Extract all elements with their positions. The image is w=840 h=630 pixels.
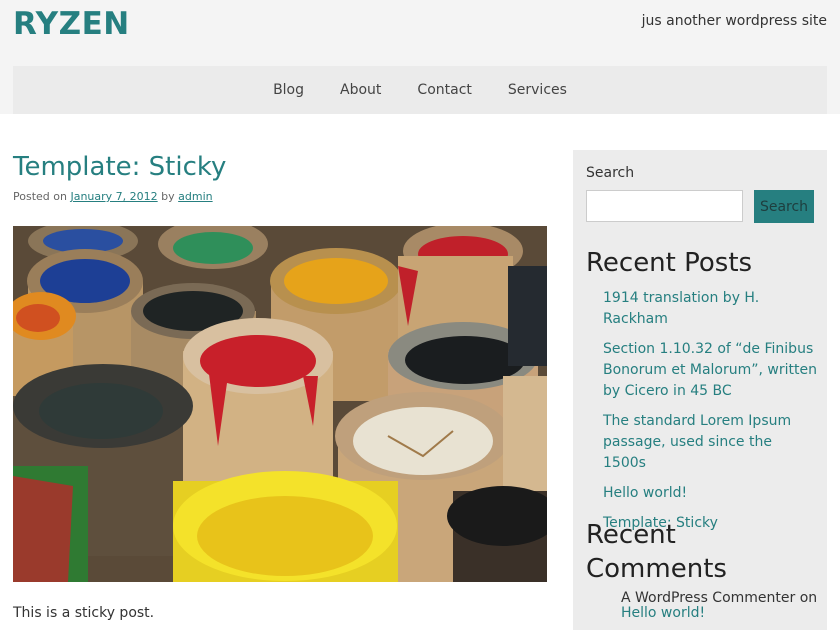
comment-on: on (799, 590, 818, 606)
primary-nav: Blog About Contact Services (13, 66, 827, 114)
recent-posts-list: 1914 translation by H. Rackham Section 1… (603, 288, 817, 543)
comment-post-link[interactable]: Hello world! (621, 605, 705, 621)
site-header: RYZEN jus another wordpress site Blog Ab… (0, 0, 840, 114)
comment-author: A WordPress Commenter (621, 590, 796, 606)
sidebar: Search Search Recent Posts 1914 translat… (573, 150, 827, 630)
search-label: Search (586, 165, 635, 181)
recent-post-item[interactable]: Hello world! (603, 483, 817, 504)
recent-comments-title-line1: Recent (586, 520, 676, 550)
recent-post-item[interactable]: Section 1.10.32 of “de Finibus Bonorum e… (603, 339, 817, 402)
recent-comments-title: Recent Comments (586, 518, 727, 586)
recent-posts-title: Recent Posts (586, 248, 753, 278)
post-meta-by: by (161, 190, 175, 203)
nav-item-contact[interactable]: Contact (399, 82, 489, 98)
post-author-link[interactable]: admin (178, 190, 212, 203)
site-title[interactable]: RYZEN (13, 6, 130, 42)
post-meta: Posted on January 7, 2012 by admin (13, 190, 547, 203)
site-tagline: jus another wordpress site (641, 13, 827, 29)
search-button[interactable]: Search (754, 190, 814, 223)
recent-comments-title-line2: Comments (586, 554, 727, 584)
recent-post-item[interactable]: 1914 translation by H. Rackham (603, 288, 817, 330)
nav-item-about[interactable]: About (322, 82, 399, 98)
search-input[interactable] (586, 190, 743, 222)
post-meta-prefix: Posted on (13, 190, 67, 203)
recent-post-item[interactable]: The standard Lorem Ipsum passage, used s… (603, 411, 817, 474)
nav-item-blog[interactable]: Blog (255, 82, 322, 98)
recent-comment-item: A WordPress Commenter on Hello world! (621, 591, 821, 621)
post-body: This is a sticky post. (13, 605, 155, 621)
post-title: Template: Sticky (13, 152, 227, 182)
paint-buckets-image (13, 226, 547, 582)
nav-item-services[interactable]: Services (490, 82, 585, 98)
post-date-link[interactable]: January 7, 2012 (70, 190, 157, 203)
post-content: Template: Sticky Posted on January 7, 20… (13, 150, 547, 621)
